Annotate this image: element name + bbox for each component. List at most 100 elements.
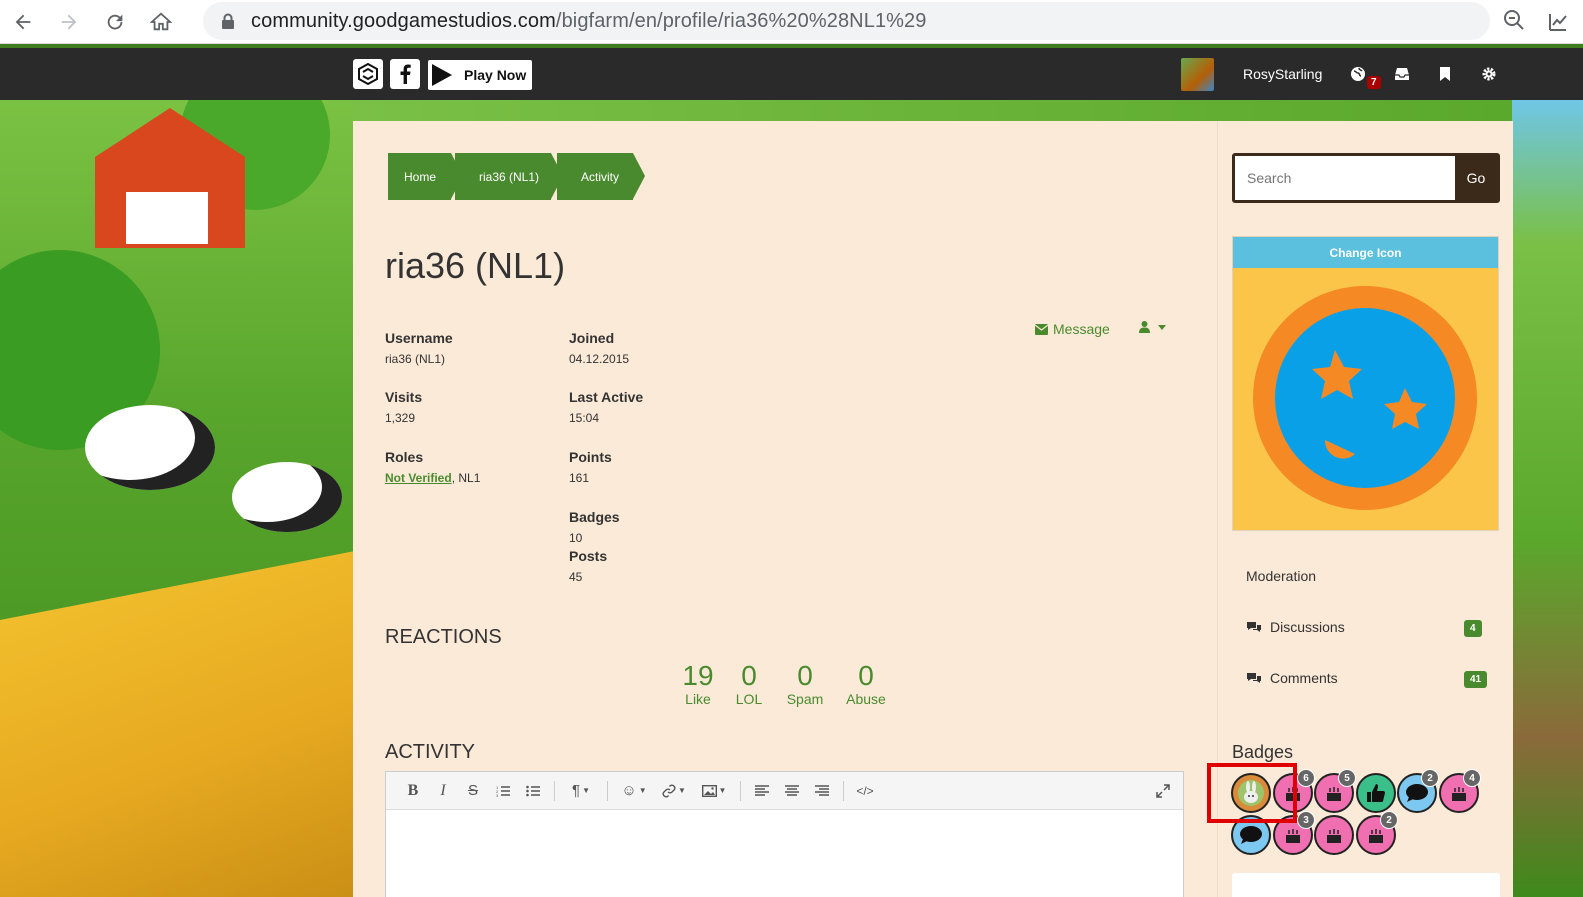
bold-button[interactable]: B	[398, 776, 428, 806]
home-button[interactable]	[138, 0, 184, 44]
cake-badge-icon	[1327, 787, 1341, 801]
site-header	[0, 48, 1583, 100]
username-label: Username	[385, 330, 453, 346]
code-button[interactable]: </>	[850, 776, 880, 806]
posts-label: Posts	[569, 548, 608, 564]
search-box: Go	[1232, 153, 1500, 203]
facebook-icon	[400, 64, 411, 84]
toolbar-divider	[843, 780, 844, 801]
zoom-button[interactable]	[1502, 8, 1526, 35]
points-value: 161	[569, 471, 590, 485]
address-bar[interactable]: community.goodgamestudios.com/bigfarm/en…	[203, 2, 1490, 40]
message-button[interactable]: Message	[1035, 321, 1110, 337]
align-right-icon	[815, 784, 829, 796]
last-active-value: 15:04	[569, 411, 600, 425]
italic-icon: I	[440, 781, 446, 799]
header-avatar[interactable]	[1181, 58, 1214, 91]
reaction-like[interactable]: 19 Like	[681, 661, 715, 708]
change-icon-button[interactable]: Change Icon	[1233, 237, 1498, 268]
strikethrough-button[interactable]: S	[458, 776, 488, 806]
joined-label: Joined	[569, 330, 615, 346]
moderation-link[interactable]: Moderation	[1246, 568, 1316, 584]
play-now-label: Play Now	[464, 67, 527, 83]
align-center-icon	[785, 784, 799, 796]
reload-button[interactable]	[92, 0, 138, 44]
facebook-button[interactable]	[390, 59, 420, 89]
background-right-scenery	[1512, 100, 1583, 897]
badges-heading: Badges	[1232, 742, 1294, 762]
bookmark-icon	[1440, 67, 1450, 81]
inbox-icon	[1395, 68, 1409, 80]
url-host: community.goodgamestudios.com	[251, 9, 556, 32]
cake-badge-icon	[1286, 829, 1300, 843]
extension-button[interactable]	[1548, 10, 1568, 35]
activity-editor: B I S 123 ¶ ▼ ☺ ▼ ▼ ▼ </>	[385, 771, 1184, 897]
badge-count: 2	[1380, 811, 1398, 829]
last-active-label: Last Active	[569, 389, 644, 405]
inbox-button[interactable]	[1392, 64, 1412, 84]
profile-avatar-stars-icon	[1253, 286, 1477, 510]
image-icon	[701, 784, 717, 797]
search-input[interactable]	[1235, 156, 1455, 200]
comment-badge-icon	[1240, 826, 1262, 844]
comments-icon	[1247, 622, 1261, 632]
back-button[interactable]	[0, 0, 46, 44]
bookmarks-button[interactable]	[1435, 64, 1455, 84]
visits-value: 1,329	[385, 411, 416, 425]
url-text: community.goodgamestudios.com/bigfarm/en…	[251, 10, 927, 33]
align-center-button[interactable]	[777, 776, 807, 806]
align-right-button[interactable]	[807, 776, 837, 806]
comments-label: Comments	[1270, 670, 1338, 686]
notification-count-badge: 7	[1367, 76, 1381, 89]
breadcrumb-home[interactable]: Home	[388, 153, 463, 200]
emoji-button[interactable]: ☺ ▼	[614, 776, 654, 806]
reaction-spam[interactable]: 0 Spam	[784, 661, 826, 708]
thumbs-up-badge-icon	[1367, 784, 1385, 802]
toolbar-divider	[554, 780, 555, 801]
reaction-count: 0	[741, 660, 757, 691]
play-now-button[interactable]: Play Now	[428, 60, 532, 90]
badge-cake[interactable]: 2	[1356, 811, 1398, 855]
user-options-button[interactable]	[1139, 321, 1166, 333]
discussions-link[interactable]: Discussions	[1246, 619, 1345, 635]
trending-card	[1232, 873, 1500, 897]
reaction-label: Abuse	[846, 691, 886, 707]
lock-icon	[222, 13, 234, 29]
reaction-abuse[interactable]: 0 Abuse	[844, 661, 888, 708]
badge-count: 4	[1463, 769, 1481, 787]
badge-thumbs-up[interactable]	[1356, 773, 1396, 813]
user-icon	[1139, 321, 1150, 333]
reactions-heading: REACTIONS	[385, 626, 502, 648]
search-go-button[interactable]: Go	[1455, 156, 1497, 200]
italic-button[interactable]: I	[428, 776, 458, 806]
reaction-lol[interactable]: 0 LOL	[734, 660, 764, 708]
url-path: /bigfarm/en/profile/ria36%20%28NL1%29	[555, 9, 927, 32]
ordered-list-button[interactable]: 123	[488, 776, 518, 806]
paragraph-format-button[interactable]: ¶ ▼	[561, 776, 601, 806]
breadcrumb-activity[interactable]: Activity	[557, 153, 645, 200]
cake-badge-icon	[1327, 829, 1341, 843]
link-button[interactable]: ▼	[654, 776, 694, 806]
align-left-button[interactable]	[747, 776, 777, 806]
not-verified-link[interactable]: Not Verified	[385, 471, 452, 485]
badge-cake[interactable]: 5	[1314, 769, 1356, 813]
badge-comment[interactable]: 2	[1397, 769, 1439, 813]
toolbar-divider	[607, 780, 608, 801]
forward-button[interactable]	[46, 0, 92, 44]
caret-down-icon: ▼	[582, 786, 590, 795]
breadcrumb-profile[interactable]: ria36 (NL1)	[455, 153, 563, 200]
ggs-logo-button[interactable]	[353, 59, 383, 89]
posts-value: 45	[569, 570, 583, 584]
comments-link[interactable]: Comments	[1246, 670, 1338, 686]
globe-notifications-button[interactable]	[1348, 64, 1368, 84]
fullscreen-button[interactable]	[1148, 776, 1178, 806]
badge-cake[interactable]	[1314, 815, 1354, 855]
caret-down-icon: ▼	[718, 786, 727, 795]
badge-cake[interactable]: 4	[1439, 769, 1481, 813]
settings-button[interactable]	[1479, 64, 1499, 84]
browser-toolbar: community.goodgamestudios.com/bigfarm/en…	[0, 0, 1583, 44]
image-button[interactable]: ▼	[694, 776, 734, 806]
header-username[interactable]: RosyStarling	[1243, 66, 1322, 82]
caret-down-icon	[1158, 324, 1166, 330]
bullet-list-button[interactable]	[518, 776, 548, 806]
